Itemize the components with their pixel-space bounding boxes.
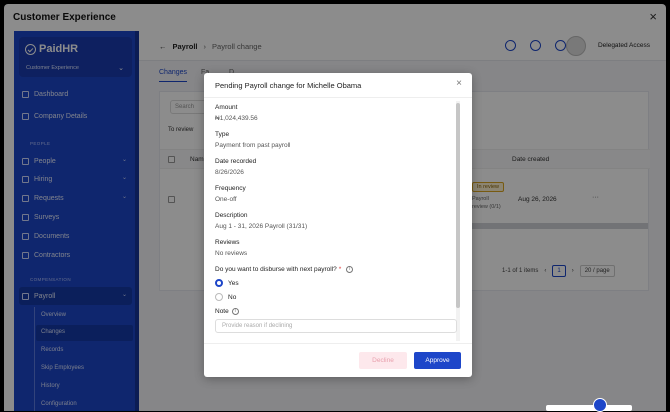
field-label-description: Description	[215, 212, 248, 219]
question-text: Do you want to disburse with next payrol…	[215, 266, 337, 273]
field-label-type: Type	[215, 131, 230, 138]
divider	[204, 97, 472, 98]
field-value-reviews: No reviews	[215, 250, 248, 257]
note-input[interactable]: Provide reason if declining	[215, 319, 457, 333]
field-value-amount: ₦1,024,439.56	[215, 115, 258, 122]
chat-support-icon[interactable]	[593, 398, 607, 412]
modal-scrollbar-thumb[interactable]	[456, 103, 460, 308]
decline-button[interactable]: Decline	[359, 352, 407, 369]
radio-label: No	[228, 293, 237, 301]
field-label-date-recorded: Date recorded	[215, 158, 257, 165]
required-mark: *	[338, 266, 342, 273]
radio-yes[interactable]: Yes	[215, 279, 239, 287]
field-label-reviews: Reviews	[215, 239, 240, 246]
note-label-text: Note	[215, 308, 229, 315]
close-icon[interactable]: ×	[456, 78, 462, 89]
radio-label: Yes	[228, 279, 239, 287]
bottom-widget	[546, 405, 632, 411]
radio-no[interactable]: No	[215, 293, 236, 301]
modal-title: Pending Payroll change for Michelle Obam…	[215, 81, 362, 90]
field-value-date-recorded: 8/26/2026	[215, 169, 244, 176]
info-icon[interactable]: i	[346, 266, 354, 273]
radio-checked-icon	[215, 279, 223, 287]
field-value-type: Payment from past payroll	[215, 142, 291, 149]
pending-change-modal: Pending Payroll change for Michelle Obam…	[204, 73, 472, 377]
approve-button[interactable]: Approve	[414, 352, 461, 369]
field-label-frequency: Frequency	[215, 185, 246, 192]
field-value-frequency: One-off	[215, 196, 237, 203]
field-value-description: Aug 1 - 31, 2026 Payroll (31/31)	[215, 223, 308, 230]
radio-unchecked-icon	[215, 293, 223, 301]
note-label: Note i	[215, 308, 239, 315]
disburse-question: Do you want to disburse with next payrol…	[215, 266, 354, 273]
divider	[204, 343, 472, 344]
info-icon[interactable]: i	[231, 308, 239, 315]
field-label-amount: Amount	[215, 104, 238, 111]
